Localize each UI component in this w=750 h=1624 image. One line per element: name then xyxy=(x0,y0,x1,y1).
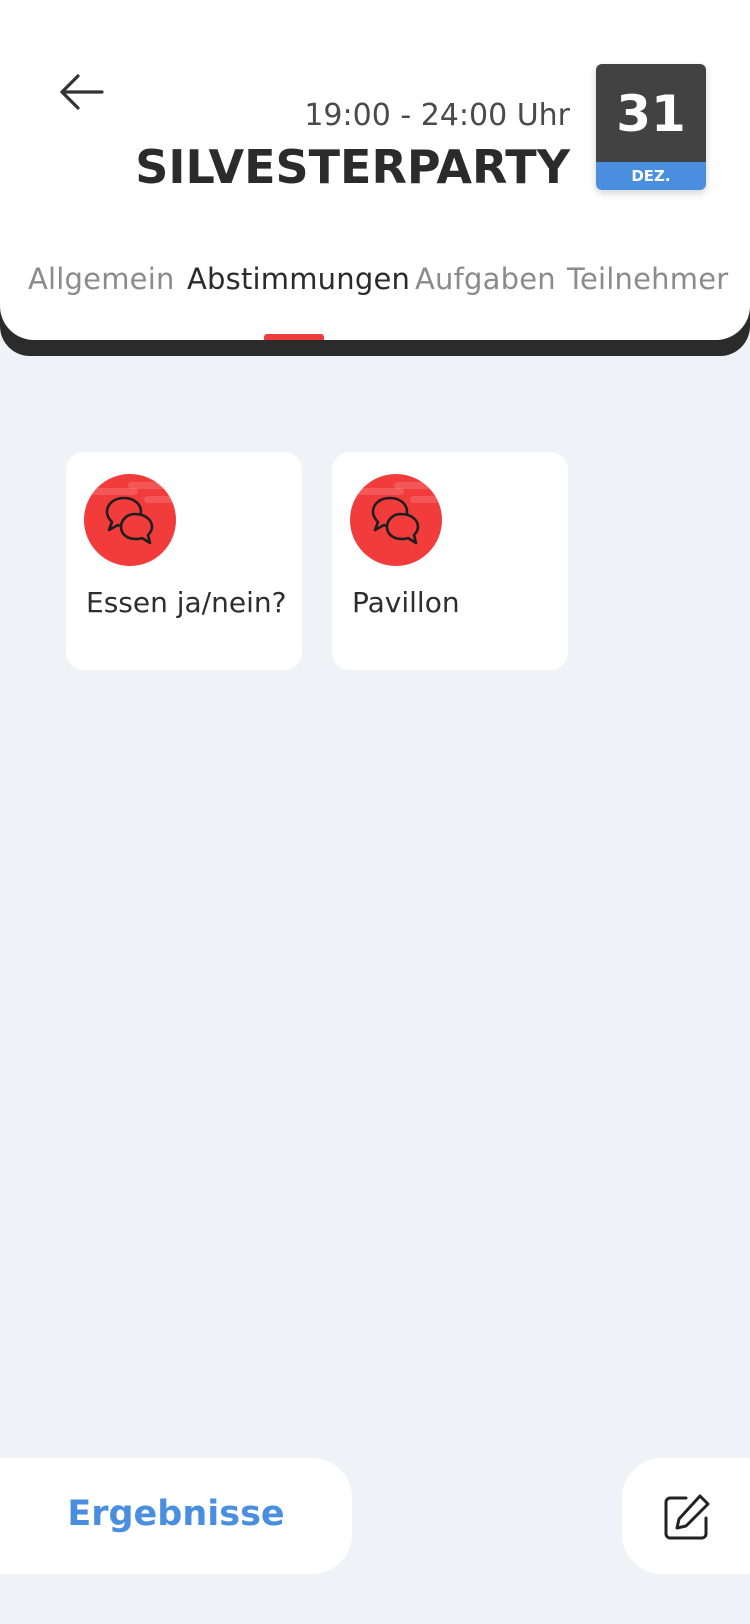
active-tab-indicator xyxy=(264,334,324,340)
back-button[interactable] xyxy=(52,66,114,118)
poll-card-label: Pavillon xyxy=(352,586,460,619)
date-badge: 31 DEZ. xyxy=(596,64,706,190)
poll-card[interactable]: Essen ja/nein? xyxy=(66,452,302,670)
event-header: 19:00 - 24:00 Uhr SILVESTERPARTY 31 DEZ.… xyxy=(0,0,750,340)
arrow-left-icon xyxy=(60,74,104,110)
edit-button[interactable] xyxy=(622,1458,750,1574)
poll-card-label: Essen ja/nein? xyxy=(86,586,287,619)
tab-aufgaben[interactable]: Aufgaben xyxy=(415,262,556,296)
event-time: 19:00 - 24:00 Uhr xyxy=(304,98,570,133)
results-button-label: Ergebnisse xyxy=(67,1494,285,1534)
poll-icon-badge xyxy=(350,474,442,566)
date-month: DEZ. xyxy=(596,162,706,190)
tab-teilnehmer[interactable]: Teilnehmer xyxy=(567,262,728,296)
chat-bubbles-icon xyxy=(105,496,154,545)
tab-bar: Allgemein Abstimmungen Aufgaben Teilnehm… xyxy=(0,262,750,302)
results-button[interactable]: Ergebnisse xyxy=(0,1458,352,1574)
tab-allgemein[interactable]: Allgemein xyxy=(28,262,175,296)
edit-icon xyxy=(664,1494,710,1540)
date-day: 31 xyxy=(596,64,706,162)
poll-icon-badge xyxy=(84,474,176,566)
event-title: SILVESTERPARTY xyxy=(135,140,570,194)
bottom-action-bar: Ergebnisse xyxy=(0,1458,750,1574)
tab-abstimmungen[interactable]: Abstimmungen xyxy=(187,262,410,296)
chat-bubbles-icon xyxy=(371,496,420,545)
poll-card[interactable]: Pavillon xyxy=(332,452,568,670)
